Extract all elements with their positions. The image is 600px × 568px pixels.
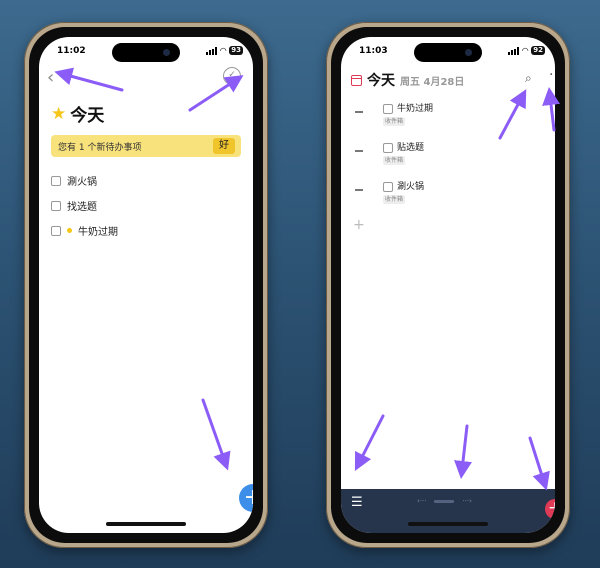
home-indicator (408, 522, 488, 526)
pager-prev[interactable]: ‹··· (417, 497, 426, 505)
phone-bezel: 11:02 ◠ 93 ‹ ✓ ★ 今天 您有 1 个新待办事项 好 涮火锅 找选… (29, 27, 263, 543)
menu-icon[interactable]: ☰ (351, 495, 363, 510)
wifi-icon: ◠ (220, 46, 227, 55)
status-time: 11:02 (57, 46, 86, 56)
task-item[interactable]: 牛奶过期 收件箱 (355, 104, 555, 134)
task-tag: 收件箱 (383, 156, 406, 165)
task-checkbox[interactable] (51, 200, 61, 211)
phone-bezel: 11:03 ◠ 92 今天 周五 4月28日 ⌕ ··· 牛奶过期 收件箱 (331, 27, 565, 543)
page-title: 今天 (367, 73, 395, 89)
task-label: 找选题 (67, 202, 97, 213)
search-icon[interactable]: ⌕ (525, 71, 532, 86)
task-item[interactable]: 涮火锅 收件箱 (355, 182, 555, 212)
signal-icon (206, 46, 218, 55)
task-item[interactable]: 牛奶过期 (51, 223, 118, 238)
page-date: 周五 4月28日 (400, 76, 465, 88)
wifi-icon: ◠ (522, 46, 529, 55)
status-system: ◠ 92 (508, 46, 545, 55)
chevron-left-icon[interactable]: ‹ (47, 69, 65, 87)
task-item[interactable]: 贴选题 收件箱 (355, 143, 555, 173)
bottom-toolbar: ☰ ‹··· ···› (341, 489, 555, 533)
dynamic-island (414, 43, 482, 62)
task-tag: 收件箱 (383, 195, 406, 204)
banner-message: 您有 1 个新待办事项 (58, 143, 142, 153)
battery-icon: 93 (229, 46, 243, 55)
priority-dot (67, 228, 72, 233)
check-circle-icon[interactable]: ✓ (223, 67, 241, 85)
right-phone: 11:03 ◠ 92 今天 周五 4月28日 ⌕ ··· 牛奶过期 收件箱 (326, 22, 570, 548)
drag-handle[interactable] (355, 189, 363, 191)
task-label: 涮火锅 (67, 177, 97, 188)
left-phone: 11:02 ◠ 93 ‹ ✓ ★ 今天 您有 1 个新待办事项 好 涮火锅 找选… (24, 22, 268, 548)
drag-handle[interactable] (355, 150, 363, 152)
signal-icon (508, 46, 520, 55)
task-checkbox[interactable] (383, 104, 393, 114)
pager-current (434, 499, 455, 503)
dynamic-island (112, 43, 180, 62)
page-title: ★ 今天 (51, 101, 105, 127)
new-todo-banner: 您有 1 个新待办事项 好 (51, 135, 241, 157)
pager-next[interactable]: ···› (462, 497, 471, 505)
task-label: 涮火锅 (397, 182, 425, 192)
task-checkbox[interactable] (383, 143, 393, 153)
banner-ok-button[interactable]: 好 (213, 138, 235, 154)
task-tag: 收件箱 (383, 117, 406, 126)
task-checkbox[interactable] (51, 175, 61, 186)
task-label: 牛奶过期 (78, 227, 118, 238)
plus-icon: + (244, 485, 253, 510)
task-checkbox[interactable] (383, 182, 393, 192)
task-label: 牛奶过期 (397, 104, 434, 114)
calendar-icon[interactable] (351, 74, 362, 86)
status-time: 11:03 (359, 46, 388, 56)
task-checkbox[interactable] (51, 225, 61, 236)
status-system: ◠ 93 (206, 46, 243, 55)
page-title-text: 今天 (70, 106, 105, 126)
page-switcher[interactable]: ‹··· ···› (417, 497, 472, 505)
page-header: 今天 周五 4月28日 (351, 70, 464, 90)
add-task-button[interactable]: + (239, 484, 253, 512)
task-item[interactable]: 涮火锅 (51, 173, 97, 188)
home-indicator (106, 522, 186, 526)
plus-icon: + (548, 498, 555, 518)
more-icon[interactable]: ··· (549, 67, 555, 83)
task-label: 贴选题 (397, 143, 425, 153)
left-screen: 11:02 ◠ 93 ‹ ✓ ★ 今天 您有 1 个新待办事项 好 涮火锅 找选… (39, 37, 253, 533)
drag-handle[interactable] (355, 111, 363, 113)
task-item[interactable]: 找选题 (51, 198, 97, 213)
star-icon: ★ (51, 103, 67, 124)
add-task-plus-icon[interactable]: + (353, 217, 365, 233)
battery-icon: 92 (531, 46, 545, 55)
right-screen: 11:03 ◠ 92 今天 周五 4月28日 ⌕ ··· 牛奶过期 收件箱 (341, 37, 555, 533)
